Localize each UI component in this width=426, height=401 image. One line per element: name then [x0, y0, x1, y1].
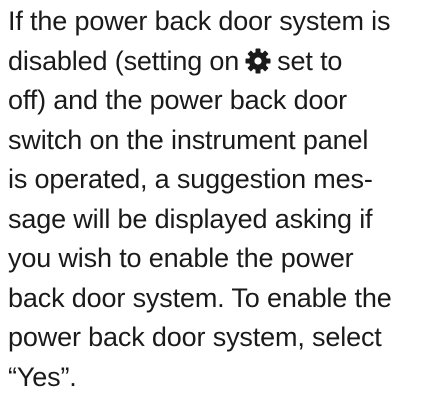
text-line-6: sage will be displayed asking if: [8, 203, 373, 234]
gear-icon: [245, 48, 271, 74]
text-line-2-end: set to: [277, 45, 343, 76]
text-line-1: If the power back door system is: [8, 6, 391, 36]
text-line-3: off) and the power back door: [8, 85, 348, 115]
text-line-4: switch on the instrument panel: [8, 124, 369, 155]
text-line-8: back door system. To enable the: [8, 282, 392, 313]
instruction-paragraph: If the power back door system is disable…: [8, 2, 424, 397]
text-line-10: “Yes”.: [8, 361, 77, 392]
text-line-7: you wish to enable the power: [8, 243, 354, 273]
text-line-2: disabled (setting on set to: [8, 42, 424, 82]
text-line-5: is operated, a suggestion mes-: [8, 164, 373, 194]
text-line-9: power back door system, select: [8, 322, 382, 352]
text-line-2-start: disabled (setting on: [8, 45, 240, 76]
